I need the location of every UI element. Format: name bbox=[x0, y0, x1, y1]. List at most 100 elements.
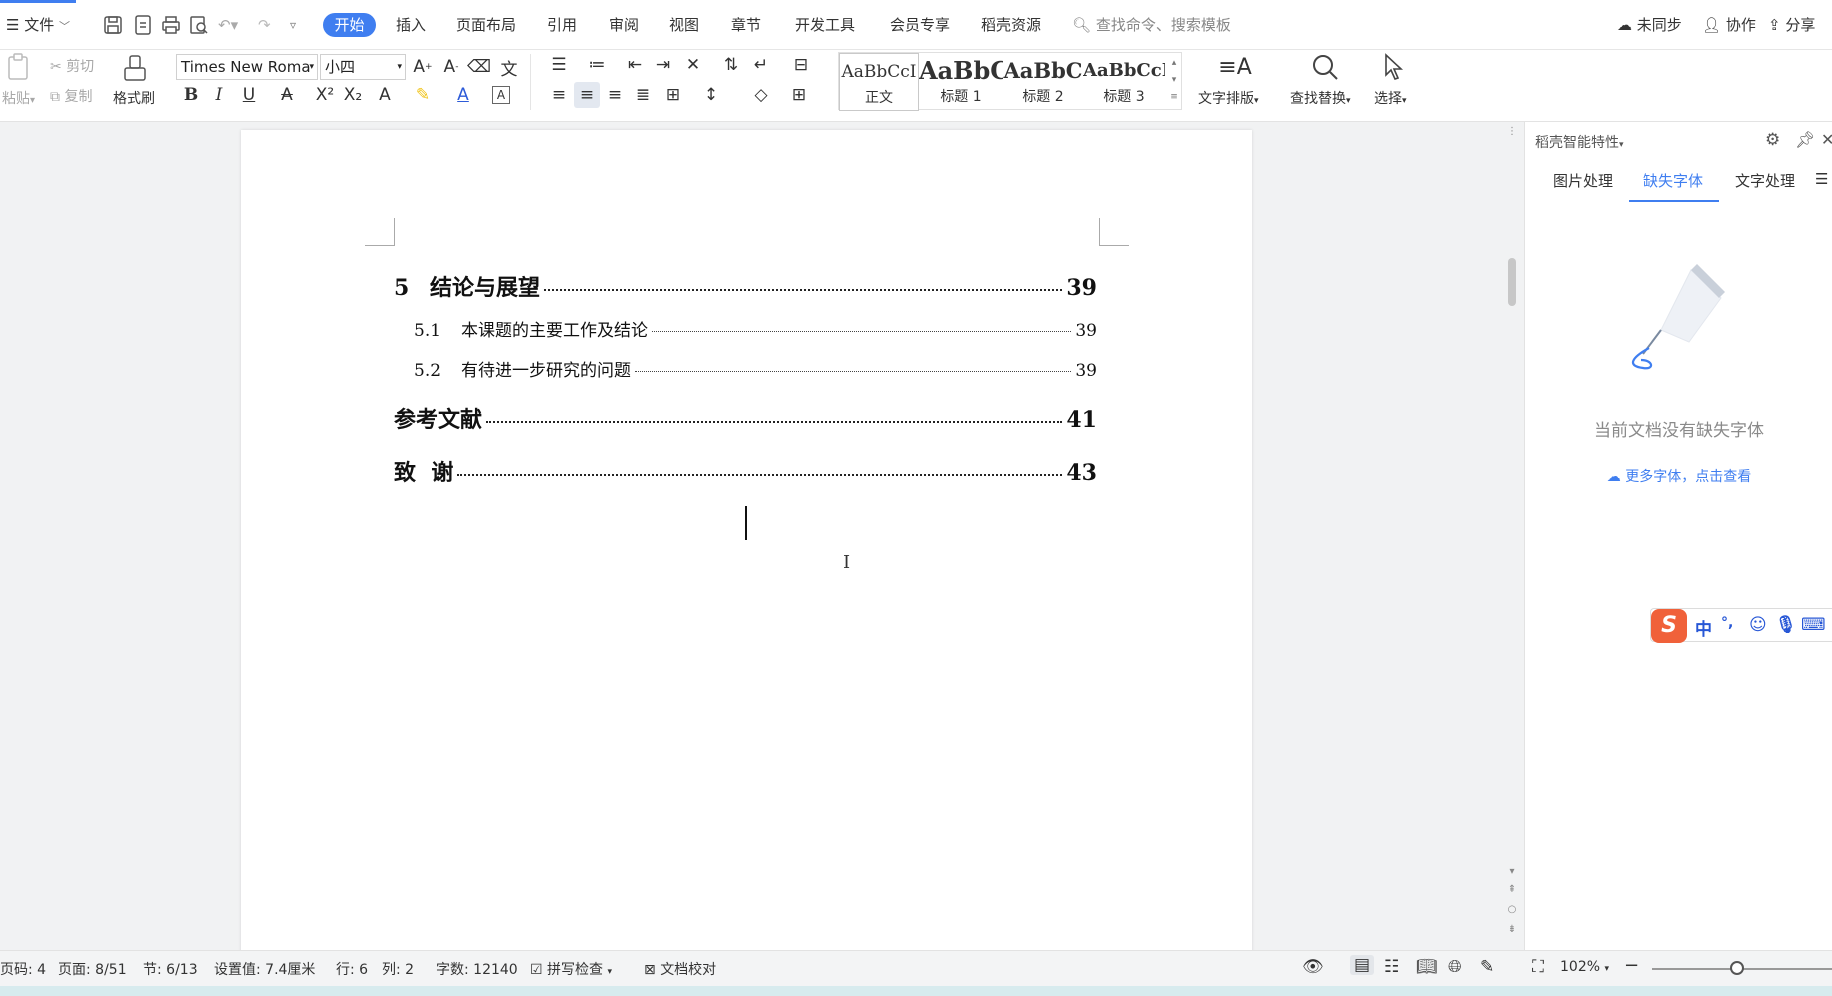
tab-developer[interactable]: 开发工具 bbox=[795, 13, 855, 37]
style-normal[interactable]: AaBbCcI 正文 bbox=[839, 53, 919, 111]
copy-button[interactable]: ⧉ 复制 bbox=[50, 86, 92, 106]
superscript-icon[interactable]: X² bbox=[312, 82, 338, 108]
ime-toolbar[interactable]: S 中 °, ☺ 🎙︎ ⌨ bbox=[1650, 608, 1832, 643]
select-button[interactable]: 选择▾ bbox=[1374, 88, 1407, 108]
status-column[interactable]: 列: 2 bbox=[382, 959, 414, 979]
style-heading-2[interactable]: AaBbC 标题 2 bbox=[1003, 53, 1083, 111]
clear-format-icon[interactable]: ⌫ bbox=[466, 54, 492, 80]
pin-icon[interactable]: 📌︎ bbox=[1795, 130, 1815, 149]
cut-button[interactable]: ✂ 剪切 bbox=[50, 56, 94, 76]
align-center-icon[interactable]: ≡ bbox=[574, 82, 600, 108]
quick-access-more-icon[interactable]: ▿ bbox=[290, 13, 296, 37]
font-color-icon[interactable]: A bbox=[450, 82, 476, 108]
vertical-scrollbar[interactable]: ⋮ ▾ ⇞ ○ ⇟ bbox=[1505, 122, 1519, 950]
keyboard-icon[interactable]: ⌨ bbox=[1801, 615, 1826, 635]
chinese-layout-icon[interactable]: ✕ bbox=[680, 52, 706, 78]
emoji-icon[interactable]: ☺ bbox=[1749, 615, 1767, 635]
microphone-icon[interactable]: 🎙︎ bbox=[1775, 615, 1797, 635]
tab-view[interactable]: 视图 bbox=[669, 13, 699, 37]
status-setting[interactable]: 设置值: 7.4厘米 bbox=[214, 959, 315, 979]
tab-missing-fonts[interactable]: 缺失字体 bbox=[1643, 170, 1703, 191]
sogou-logo-icon[interactable]: S bbox=[1651, 609, 1687, 643]
italic-icon[interactable]: I bbox=[206, 82, 232, 108]
tab-image-processing[interactable]: 图片处理 bbox=[1553, 170, 1613, 191]
style-heading-1[interactable]: AaBbC 标题 1 bbox=[919, 53, 1003, 111]
redo-icon[interactable]: ↷ bbox=[258, 13, 271, 37]
previous-page-icon[interactable]: ⇞ bbox=[1505, 884, 1519, 895]
outline-view-icon[interactable]: ☷ bbox=[1384, 957, 1399, 977]
scroll-down-icon[interactable]: ▾ bbox=[1505, 866, 1519, 877]
paste-icon[interactable] bbox=[6, 52, 32, 82]
paste-button[interactable]: 粘贴▾ bbox=[2, 88, 35, 108]
line-spacing-icon[interactable]: ↕ bbox=[698, 82, 724, 108]
ime-mode-chinese[interactable]: 中 bbox=[1695, 615, 1712, 640]
styles-scroll[interactable]: ▴ ▾ ≡ bbox=[1167, 55, 1181, 106]
scrollbar-thumb[interactable] bbox=[1508, 258, 1516, 306]
tab-references[interactable]: 引用 bbox=[547, 13, 577, 37]
subscript-icon[interactable]: X₂ bbox=[340, 82, 366, 108]
magnifier-icon[interactable] bbox=[1310, 52, 1340, 82]
show-marks-icon[interactable]: ↵ bbox=[748, 52, 774, 78]
format-painter-icon[interactable] bbox=[122, 54, 148, 84]
writing-mode-icon[interactable]: ✎ bbox=[1480, 957, 1494, 977]
export-pdf-icon[interactable] bbox=[132, 14, 154, 36]
status-page-code[interactable]: 页码: 4 bbox=[0, 959, 46, 979]
tab-stops-icon[interactable]: ⊟ bbox=[788, 52, 814, 78]
underline-icon[interactable]: U bbox=[236, 82, 262, 108]
highlight-icon[interactable]: ✎ bbox=[410, 82, 436, 108]
print-icon[interactable] bbox=[160, 14, 182, 36]
text-layout-button[interactable]: 文字排版▾ bbox=[1198, 88, 1259, 108]
phonetic-guide-icon[interactable]: 文 bbox=[496, 54, 522, 80]
more-menu-icon[interactable]: ☰ bbox=[1815, 170, 1828, 188]
toc-entry[interactable]: 致 谢 43 bbox=[394, 455, 1097, 487]
more-fonts-link[interactable]: ☁ 更多字体，点击查看 bbox=[1525, 466, 1832, 486]
ime-punctuation[interactable]: °, bbox=[1721, 615, 1733, 631]
sort-icon[interactable]: ⇅ bbox=[718, 52, 744, 78]
tab-docer-resources[interactable]: 稻壳资源 bbox=[981, 13, 1041, 37]
shading-icon[interactable]: ◇ bbox=[748, 82, 774, 108]
borders-icon[interactable]: ⊞ bbox=[786, 82, 812, 108]
text-layout-icon[interactable]: ≡A bbox=[1218, 52, 1251, 82]
status-page[interactable]: 页面: 8/51 bbox=[58, 959, 127, 979]
text-effect-icon[interactable]: A bbox=[372, 82, 398, 108]
toc-entry[interactable]: 参考文献 41 bbox=[394, 402, 1097, 434]
save-icon[interactable] bbox=[102, 14, 124, 36]
find-replace-button[interactable]: 查找替换▾ bbox=[1290, 88, 1351, 108]
bold-icon[interactable]: B bbox=[178, 82, 204, 108]
zoom-out-icon[interactable]: − bbox=[1624, 955, 1639, 976]
tab-review[interactable]: 审阅 bbox=[609, 13, 639, 37]
zoom-select[interactable]: 102% ▾ bbox=[1560, 959, 1609, 975]
select-browse-object-icon[interactable]: ○ bbox=[1505, 904, 1519, 915]
numbered-list-icon[interactable]: ≔ bbox=[584, 52, 610, 78]
undo-icon[interactable]: ↶▾ bbox=[218, 13, 238, 37]
spell-check-button[interactable]: ☑ 拼写检查 ▾ bbox=[530, 959, 612, 979]
share-button[interactable]: ⇪ 分享 bbox=[1768, 13, 1815, 37]
document-area[interactable]: 5 结论与展望 39 5.1 本课题的主要工作及结论 39 5.2 有待进一步研… bbox=[0, 122, 1510, 950]
status-word-count[interactable]: 字数: 12140 bbox=[436, 959, 518, 979]
tab-chapter[interactable]: 章节 bbox=[731, 13, 761, 37]
bullet-list-icon[interactable]: ☰ bbox=[546, 52, 572, 78]
command-search[interactable]: 🔍︎ 查找命令、搜索模板 bbox=[1072, 13, 1231, 37]
toc-entry[interactable]: 5 结论与展望 39 bbox=[394, 270, 1097, 302]
shrink-font-icon[interactable]: A- bbox=[438, 54, 464, 80]
grow-font-icon[interactable]: A + bbox=[410, 54, 436, 80]
page-view-icon[interactable]: ▤ bbox=[1350, 955, 1375, 975]
doc-proof-button[interactable]: ⊠ 文档校对 bbox=[644, 959, 716, 979]
side-panel-title[interactable]: 稻壳智能特性▾ bbox=[1535, 132, 1624, 152]
next-page-icon[interactable]: ⇟ bbox=[1505, 924, 1519, 935]
sync-status[interactable]: ☁ 未同步 bbox=[1617, 13, 1682, 37]
cursor-arrow-icon[interactable] bbox=[1380, 52, 1406, 82]
toc-entry[interactable]: 5.2 有待进一步研究的问题 39 bbox=[414, 356, 1097, 381]
font-name-select[interactable]: Times New Roma ▾ bbox=[176, 54, 318, 80]
status-row[interactable]: 行: 6 bbox=[336, 959, 368, 979]
gear-icon[interactable]: ⚙ bbox=[1765, 130, 1780, 150]
align-left-icon[interactable]: ≡ bbox=[546, 82, 572, 108]
align-right-icon[interactable]: ≡ bbox=[602, 82, 628, 108]
fit-page-icon[interactable]: ⛶ bbox=[1532, 957, 1544, 977]
web-view-icon[interactable]: 🌐︎ bbox=[1448, 957, 1462, 977]
format-painter-label[interactable]: 格式刷 bbox=[113, 88, 155, 108]
tab-text-processing[interactable]: 文字处理 bbox=[1735, 170, 1795, 191]
tab-home[interactable]: 开始 bbox=[323, 13, 376, 37]
zoom-slider-thumb[interactable] bbox=[1730, 961, 1744, 975]
eye-protection-icon[interactable]: 👁︎ bbox=[1302, 957, 1324, 977]
